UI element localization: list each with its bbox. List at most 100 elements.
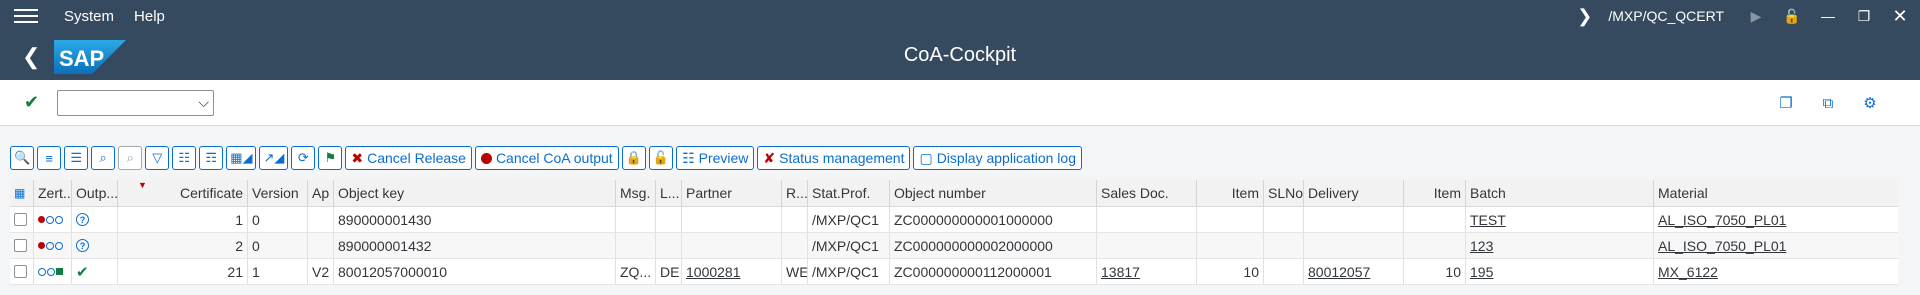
col-item[interactable]: Item [1197, 180, 1264, 206]
col-object-number[interactable]: Object number [890, 180, 1097, 206]
col-r[interactable]: R... [782, 180, 808, 206]
preview-button[interactable]: ☷ Preview [676, 146, 755, 170]
cell-object-key: 890000001432 [334, 233, 616, 258]
cell-batch: 195 [1466, 259, 1654, 284]
col-stat-prof[interactable]: Stat.Prof. [808, 180, 890, 206]
delivery-link[interactable]: 80012057 [1308, 264, 1370, 280]
material-link[interactable]: AL_ISO_7050_PL01 [1658, 238, 1786, 254]
command-field[interactable]: ⌵ [57, 90, 214, 116]
new-window-icon[interactable]: ❐ [1776, 93, 1796, 113]
col-material[interactable]: Material [1654, 180, 1898, 206]
play-icon[interactable]: ▶ [1746, 6, 1766, 26]
status-management-button[interactable]: ✘ Status management [757, 146, 911, 170]
col-version[interactable]: Version [248, 180, 308, 206]
print-preview-icon[interactable]: ☷ [172, 146, 197, 170]
cell-msg: ZQ... [616, 259, 656, 284]
display-log-button[interactable]: ▢ Display application log [913, 146, 1082, 170]
find-icon[interactable]: ⌕ [91, 146, 116, 170]
export-icon[interactable]: ☶ [199, 146, 224, 170]
unlock-icon[interactable]: 🔓 [648, 146, 674, 170]
sales-doc-link[interactable]: 13817 [1101, 264, 1140, 280]
cell-l [656, 233, 682, 258]
output-check-icon[interactable]: ✔ [72, 259, 118, 284]
refresh-icon[interactable]: ⟳ [291, 146, 316, 170]
table-row[interactable]: ? 1 0 890000001430 /MXP/QC1 ZC0000000000… [10, 207, 1898, 233]
cert-status-icon [34, 207, 72, 232]
close-icon[interactable]: ✕ [1890, 6, 1910, 26]
restore-icon[interactable]: ❐ [1854, 6, 1874, 26]
cell-delivery: 80012057 [1304, 259, 1404, 284]
sort-ascending-icon[interactable]: ≡ [37, 146, 62, 170]
col-msg[interactable]: Msg. [616, 180, 656, 206]
cell-item-2: 10 [1404, 259, 1466, 284]
cell-r [782, 207, 808, 232]
chart-icon[interactable]: ↗◢ [259, 146, 289, 170]
settings-icon[interactable]: ⚙ [1860, 93, 1880, 113]
page-title: CoA-Cockpit [903, 44, 1017, 66]
cell-r [782, 233, 808, 258]
find-next-icon[interactable]: ⌕ [118, 146, 143, 170]
status-icon: ✘ [763, 149, 776, 166]
chevron-down-icon[interactable]: ⌵ [198, 94, 209, 111]
cell-stat-prof: /MXP/QC1 [808, 207, 890, 232]
table-row[interactable]: ✔ 21 1 V2 80012057000010 ZQ... DE 100028… [10, 259, 1898, 285]
cell-l: DE [656, 259, 682, 284]
details-icon[interactable]: 🔍 [10, 146, 35, 170]
menu-icon[interactable] [14, 5, 38, 27]
menu-system[interactable]: System [64, 8, 114, 25]
col-sales-doc[interactable]: Sales Doc. [1097, 180, 1197, 206]
col-item-2[interactable]: Item [1404, 180, 1466, 206]
chevron-right-icon[interactable]: ❯ [1577, 6, 1592, 27]
shortcut-icon[interactable]: ⧉ [1818, 93, 1838, 113]
col-delivery[interactable]: Delivery [1304, 180, 1404, 206]
status-management-label: Status management [779, 150, 905, 166]
col-outp[interactable]: Outp... [72, 180, 118, 206]
filter-icon[interactable]: ▽ [145, 146, 170, 170]
output-question-icon[interactable]: ? [72, 207, 118, 232]
row-checkbox[interactable] [14, 213, 27, 226]
cancel-x-icon: ✖ [351, 149, 364, 166]
batch-link[interactable]: TEST [1470, 212, 1506, 228]
col-zert[interactable]: Zert... [34, 180, 72, 206]
layout-icon[interactable]: ▦◢ [226, 146, 257, 170]
table-row[interactable]: ? 2 0 890000001432 /MXP/QC1 ZC0000000000… [10, 233, 1898, 259]
cell-slno [1264, 259, 1304, 284]
cancel-release-button[interactable]: ✖ Cancel Release [345, 146, 472, 170]
cell-item [1197, 233, 1264, 258]
cell-ap [308, 233, 334, 258]
cell-version: 0 [248, 233, 308, 258]
batch-link[interactable]: 195 [1470, 264, 1493, 280]
row-checkbox[interactable] [14, 265, 27, 278]
batch-link[interactable]: 123 [1470, 238, 1493, 254]
col-batch[interactable]: Batch [1466, 180, 1654, 206]
cell-material: AL_ISO_7050_PL01 [1654, 233, 1898, 258]
col-slno[interactable]: SLNo [1264, 180, 1304, 206]
row-select-cell [10, 259, 34, 284]
enter-check-icon[interactable]: ✔ [24, 92, 39, 113]
cancel-coa-output-button[interactable]: Cancel CoA output [474, 146, 619, 170]
lock-icon[interactable]: 🔒 [621, 146, 646, 170]
cell-ap [308, 207, 334, 232]
cell-stat-prof: /MXP/QC1 [808, 233, 890, 258]
output-question-icon[interactable]: ? [72, 233, 118, 258]
col-partner[interactable]: Partner [682, 180, 782, 206]
col-object-key[interactable]: Object key [334, 180, 616, 206]
col-l[interactable]: L... [656, 180, 682, 206]
sort-indicator-icon: ▼ [138, 180, 147, 190]
sort-descending-icon[interactable]: ☰ [64, 146, 89, 170]
col-ap[interactable]: Ap [308, 180, 334, 206]
cell-delivery [1304, 233, 1404, 258]
flag-icon[interactable]: ⚑ [318, 146, 343, 170]
menu-right: ❯ /MXP/QC_QCERT ▶ 🔓 — ❐ ✕ [1577, 0, 1910, 32]
menu-help[interactable]: Help [134, 8, 165, 25]
material-link[interactable]: MX_6122 [1658, 264, 1718, 280]
unlock-icon[interactable]: 🔓 [1782, 6, 1802, 26]
minimize-icon[interactable]: — [1818, 6, 1838, 26]
cert-status-icon [34, 233, 72, 258]
cell-object-number: ZC000000000001000000 [890, 207, 1097, 232]
row-checkbox[interactable] [14, 239, 27, 252]
cell-version: 0 [248, 207, 308, 232]
select-all-icon[interactable]: ▦ [10, 180, 34, 206]
partner-link[interactable]: 1000281 [686, 264, 741, 280]
material-link[interactable]: AL_ISO_7050_PL01 [1658, 212, 1786, 228]
